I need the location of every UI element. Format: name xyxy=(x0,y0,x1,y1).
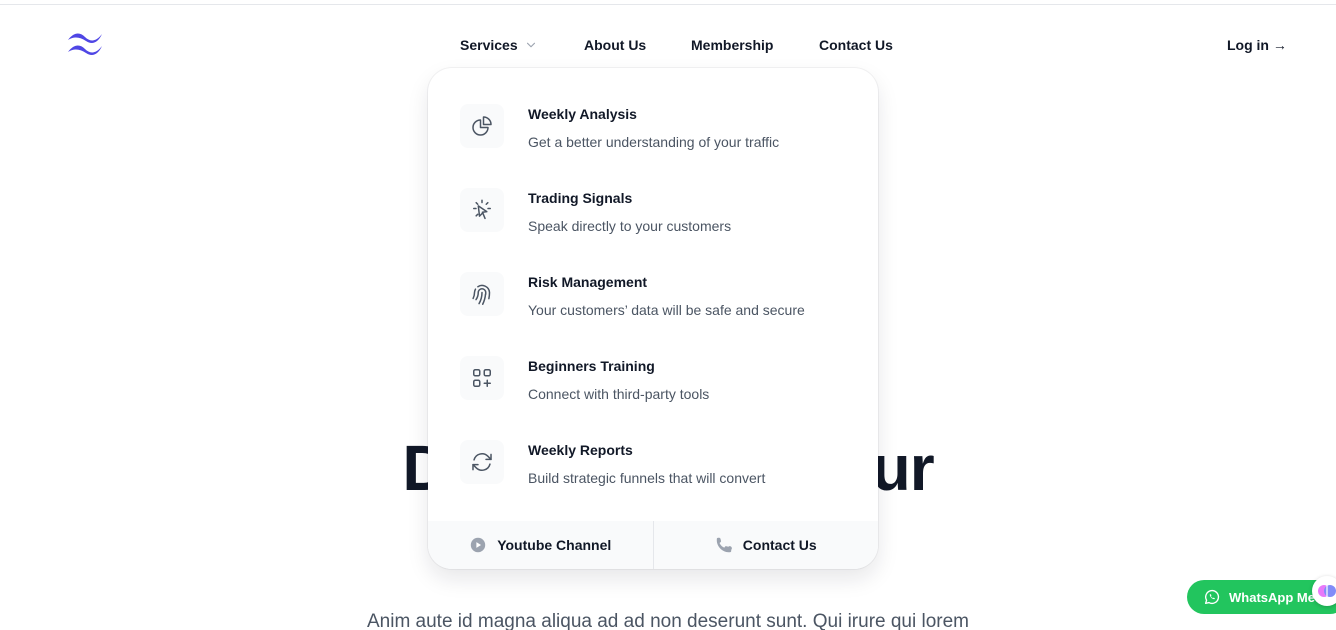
squares-plus-icon xyxy=(473,369,491,387)
menu-item-weekly-analysis[interactable]: Weekly Analysis Get a better understandi… xyxy=(444,88,862,172)
menu-item-description: Speak directly to your customers xyxy=(528,218,732,234)
nav-membership[interactable]: Membership xyxy=(691,36,773,54)
cursor-click-icon xyxy=(473,199,491,220)
chart-pie-icon xyxy=(472,116,492,136)
menu-item-title: Risk Management xyxy=(528,274,648,290)
menu-item-title: Weekly Analysis xyxy=(528,106,637,122)
brain-icon[interactable] xyxy=(1312,576,1336,606)
menu-icon-container xyxy=(460,272,504,316)
menu-item-risk-management[interactable]: Risk Management Your customers’ data wil… xyxy=(444,256,862,340)
services-menu-list: Weekly Analysis Get a better understandi… xyxy=(444,88,862,508)
fingerprint-icon xyxy=(472,284,491,305)
menu-item-trading-signals[interactable]: Trading Signals Speak directly to your c… xyxy=(444,172,862,256)
top-divider xyxy=(0,4,1336,5)
nav-services[interactable]: Services xyxy=(460,36,538,54)
menu-item-title: Beginners Training xyxy=(528,358,655,374)
services-dropdown: Weekly Analysis Get a better understandi… xyxy=(428,68,878,569)
menu-icon-container xyxy=(460,440,504,484)
arrow-path-icon xyxy=(472,453,492,471)
menu-item-title: Trading Signals xyxy=(528,190,633,206)
menu-item-description: Get a better understanding of your traff… xyxy=(528,134,780,150)
whatsapp-icon xyxy=(1204,589,1220,605)
menu-item-description: Connect with third-party tools xyxy=(528,386,710,402)
menu-icon-container xyxy=(460,188,504,232)
logo-icon[interactable] xyxy=(66,30,104,58)
whatsapp-label: WhatsApp Me xyxy=(1229,589,1315,605)
youtube-channel-button[interactable]: Youtube Channel xyxy=(428,521,653,569)
contact-us-button[interactable]: Contact Us xyxy=(652,521,879,569)
main-nav: Services About Us Membership Contact Us xyxy=(460,36,893,54)
login-link[interactable]: Log in → xyxy=(1227,36,1287,54)
menu-item-description: Build strategic funnels that will conver… xyxy=(528,470,766,486)
chevron-down-icon xyxy=(526,42,535,48)
hero-subtitle: Anim aute id magna aliqua ad ad non dese… xyxy=(366,611,970,630)
contact-us-label: Contact Us xyxy=(742,537,817,553)
nav-services-label: Services xyxy=(460,37,518,53)
play-circle-icon xyxy=(471,537,486,553)
menu-icon-container xyxy=(460,356,504,400)
menu-item-weekly-reports[interactable]: Weekly Reports Build strategic funnels t… xyxy=(444,424,862,508)
menu-icon-container xyxy=(460,104,504,148)
nav-about-us[interactable]: About Us xyxy=(584,36,646,54)
nav-contact-us[interactable]: Contact Us xyxy=(819,36,893,54)
menu-item-beginners-training[interactable]: Beginners Training Connect with third-pa… xyxy=(444,340,862,424)
menu-item-description: Your customers’ data will be safe and se… xyxy=(528,302,805,318)
dropdown-footer: Youtube Channel Contact Us xyxy=(428,521,878,569)
phone-icon xyxy=(716,537,732,553)
menu-item-title: Weekly Reports xyxy=(528,442,633,458)
youtube-channel-label: Youtube Channel xyxy=(497,537,612,553)
